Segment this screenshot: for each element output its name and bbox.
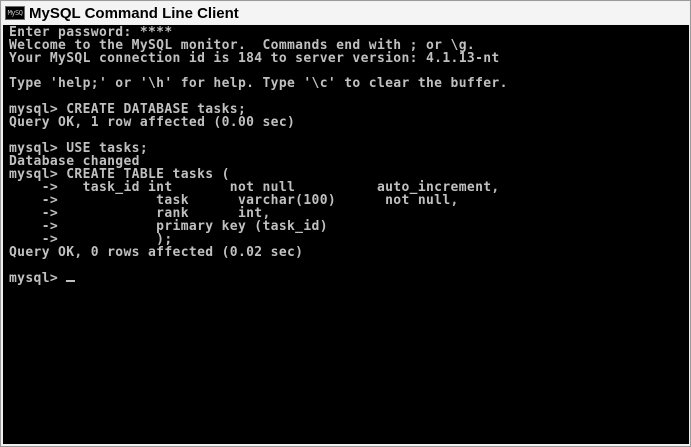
console-line: Type 'help;' or '\h' for help. Type '\c'… [9, 76, 508, 91]
console-prompt: mysql> [9, 271, 67, 286]
console-prompt-line[interactable]: mysql> [9, 271, 76, 286]
console-line: Query OK, 1 row affected (0.00 sec) [9, 115, 296, 130]
console-window: MySQ MySQL Command Line Client Enter pas… [0, 0, 691, 447]
console-output[interactable]: Enter password: **** Welcome to the MySQ… [3, 25, 689, 444]
text-cursor [66, 280, 76, 282]
console-line: Query OK, 0 rows affected (0.02 sec) [9, 245, 304, 260]
window-title: MySQL Command Line Client [29, 4, 239, 22]
console-line: Your MySQL connection id is 184 to serve… [9, 51, 500, 66]
console-icon[interactable]: MySQ [5, 6, 25, 20]
title-bar[interactable]: MySQ MySQL Command Line Client [2, 2, 689, 24]
